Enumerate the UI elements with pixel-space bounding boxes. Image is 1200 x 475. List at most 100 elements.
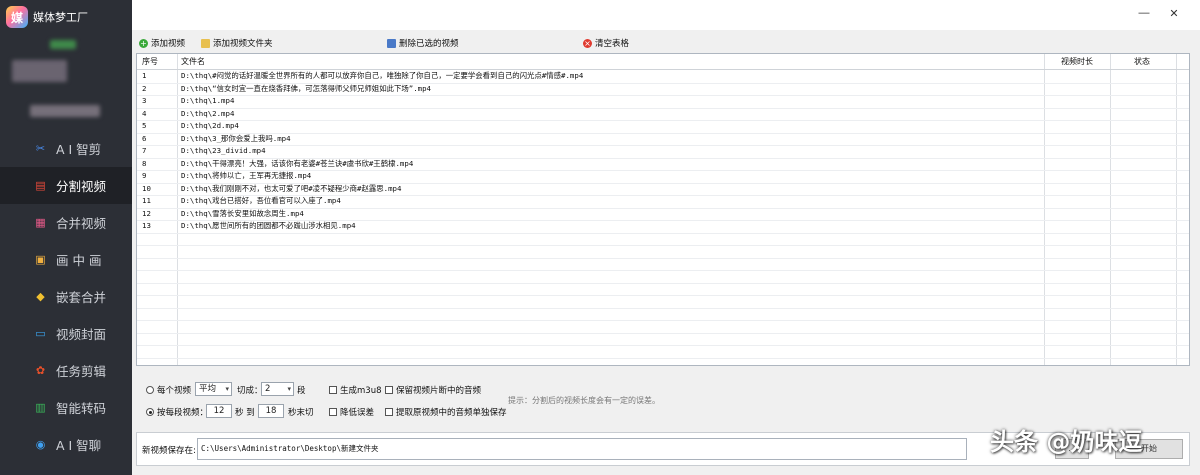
- chevron-down-icon: ▾: [225, 385, 229, 393]
- clear-icon: ×: [583, 38, 592, 48]
- row-divider: [137, 282, 1189, 284]
- table-row[interactable]: 1 D:\thq\#闷觉的话好温暖全世界所有的人都可以放弃你自己，唯独除了你自己，…: [137, 70, 1189, 83]
- keep-audio-label: 保留视频片断中的音频: [396, 386, 482, 396]
- row-divider: [137, 170, 1189, 171]
- sidebar-item-label: 视频封面: [56, 327, 107, 342]
- row-filename: D:\thq\1.mp4: [181, 96, 235, 105]
- to-seconds-input[interactable]: 18: [258, 404, 284, 418]
- table-row[interactable]: 9 D:\thq\将帅以亡，王军再无捷报.mp4: [137, 170, 1189, 183]
- extract-audio-label: 提取原视频中的音频单独保存: [396, 408, 507, 418]
- gen-m3u8-checkbox[interactable]: 生成m3u8: [329, 384, 381, 396]
- row-index: 8: [142, 158, 147, 168]
- table-row[interactable]: 6 D:\thq\3_那你会爱上我吗.mp4: [137, 133, 1189, 146]
- row-index: 5: [142, 121, 147, 130]
- sidebar-item-task-edit[interactable]: ✿ 任务剪辑: [0, 352, 132, 389]
- table-row[interactable]: 11 D:\thq\戏台已搭好，吾位看官可以入座了.mp4: [137, 195, 1189, 208]
- sidebar-item-ai-cut[interactable]: ✂ A I 智剪: [0, 130, 132, 167]
- row-divider: [137, 232, 1189, 234]
- checkbox-indicator: [385, 386, 393, 394]
- segments-unit-text: 段: [297, 386, 306, 396]
- ai-cut-icon: ✂: [35, 142, 46, 155]
- segments-unit: 段: [297, 384, 306, 396]
- clear-table-button[interactable]: × 清空表格: [583, 37, 629, 49]
- from-seconds-input[interactable]: 12: [206, 404, 232, 418]
- sidebar-item-split-video[interactable]: ▤ 分割视频: [0, 167, 132, 204]
- add-folder-button[interactable]: 添加视频文件夹: [201, 37, 273, 49]
- ai-chat-icon: ◉: [35, 438, 46, 451]
- table-row[interactable]: 7 D:\thq\23_divid.mp4: [137, 145, 1189, 158]
- sidebar-item-label: 嵌套合并: [56, 290, 107, 305]
- sidebar-item-picture-in-picture[interactable]: ▣ 画 中 画: [0, 241, 132, 278]
- table-row[interactable]: 2 D:\thq\“信女时宜一直在烧香拜佛，可怎落得师父师兄师姐如此下场”.mp4: [137, 83, 1189, 96]
- row-filename: D:\thq\2.mp4: [181, 108, 235, 118]
- per-seconds-radio[interactable]: 按每段视频：: [146, 406, 208, 418]
- blurred-user-name: [30, 105, 100, 117]
- sidebar: 媒 媒体梦工厂 ✂ A I 智剪 ▤ 分割视频 ▦ 合并视频 ▣ 画 中 画 ◆…: [0, 0, 132, 475]
- row-divider: [137, 245, 1189, 246]
- delete-selected-label: 删除已选的视频: [399, 39, 459, 49]
- segments-select[interactable]: 2 ▾: [261, 382, 294, 396]
- row-filename: D:\thq\我们刚刚不对，也太可爱了吧#凌不疑程少商#赵露思.mp4: [181, 183, 402, 193]
- column-header-filename[interactable]: 文件名: [181, 54, 205, 69]
- checkbox-indicator: [329, 386, 337, 394]
- table-row[interactable]: 5 D:\thq\2d.mp4: [137, 120, 1189, 133]
- table-row[interactable]: 13 D:\thq\愿世间所有的团圆都不必跋山涉水相见.mp4: [137, 220, 1189, 233]
- table-row[interactable]: 8 D:\thq\干得漂亮！大强，话该你有老婆#苍兰诀#虞书欣#王鹤棣.mp4: [137, 158, 1189, 171]
- add-video-button[interactable]: + 添加视频: [139, 37, 185, 49]
- sidebar-item-label: 画 中 画: [56, 253, 102, 268]
- column-header-duration[interactable]: 视频时长: [1061, 54, 1093, 69]
- row-filename: D:\thq\23_divid.mp4: [181, 146, 266, 155]
- row-divider: [137, 220, 1189, 221]
- row-filename: D:\thq\#闷觉的话好温暖全世界所有的人都可以放弃你自己，唯独除了你自己，一…: [181, 71, 584, 80]
- table-row[interactable]: 3 D:\thq\1.mp4: [137, 95, 1189, 108]
- watermark: 头条 @奶味逗: [990, 428, 1143, 456]
- add-video-label: 添加视频: [151, 39, 186, 49]
- table-row[interactable]: 12 D:\thq\雪落长安里如故念周生.mp4: [137, 208, 1189, 221]
- title-bar: — ✕: [132, 0, 1200, 30]
- column-header-status[interactable]: 状态: [1134, 54, 1150, 69]
- row-index: 10: [142, 183, 151, 193]
- row-filename: D:\thq\“信女时宜一直在烧香拜佛，可怎落得师父师兄师姐如此下场”.mp4: [181, 83, 432, 93]
- seconds-end-text: 秒末切: [288, 408, 314, 418]
- cut-into-label: 切成：: [237, 384, 263, 396]
- table-row[interactable]: 4 D:\thq\2.mp4: [137, 108, 1189, 121]
- blurred-user-avatar: [12, 60, 67, 82]
- row-index: 1: [142, 71, 147, 80]
- brand: 媒 媒体梦工厂: [6, 6, 88, 28]
- row-divider: [137, 95, 1189, 96]
- table-row[interactable]: 10 D:\thq\我们刚刚不对，也太可爱了吧#凌不疑程少商#赵露思.mp4: [137, 183, 1189, 196]
- minimize-button[interactable]: —: [1132, 4, 1156, 22]
- sidebar-item-nested-merge[interactable]: ◆ 嵌套合并: [0, 278, 132, 315]
- video-table[interactable]: 序号 文件名 视频时长 状态 1 D:\thq\#闷觉的话好温暖全世界所有的人都可…: [136, 53, 1190, 366]
- sidebar-item-merge-video[interactable]: ▦ 合并视频: [0, 204, 132, 241]
- column-header-index[interactable]: 序号: [142, 54, 158, 69]
- gen-m3u8-label: 生成m3u8: [340, 386, 382, 396]
- sidebar-item-ai-chat[interactable]: ◉ A I 智聊: [0, 426, 132, 463]
- close-button[interactable]: ✕: [1162, 4, 1186, 22]
- row-divider: [137, 195, 1189, 196]
- video-cover-icon: ▭: [35, 327, 46, 340]
- segments-value: 2: [265, 384, 271, 394]
- extract-audio-checkbox[interactable]: 提取原视频中的音频单独保存: [385, 406, 507, 418]
- row-filename: D:\thq\愿世间所有的团圆都不必跋山涉水相见.mp4: [181, 221, 356, 230]
- row-divider: [137, 307, 1189, 309]
- save-path-input[interactable]: C:\Users\Administrator\Desktop\新建文件夹: [197, 438, 967, 460]
- row-index: 12: [142, 208, 151, 218]
- reduce-error-checkbox[interactable]: 降低误差: [329, 406, 374, 418]
- checkbox-indicator: [329, 408, 337, 416]
- picture-in-picture-icon: ▣: [35, 253, 46, 266]
- app-title: 媒体梦工厂: [33, 11, 88, 24]
- sidebar-item-smart-transcode[interactable]: ▥ 智能转码: [0, 389, 132, 426]
- sidebar-item-video-cover[interactable]: ▭ 视频封面: [0, 315, 132, 352]
- seconds-to-text: 秒 到: [235, 408, 255, 418]
- row-divider: [137, 332, 1189, 334]
- per-video-radio[interactable]: 每个视频: [146, 384, 191, 396]
- delete-selected-button[interactable]: 删除已选的视频: [387, 37, 459, 49]
- sidebar-item-label: A I 智剪: [56, 142, 102, 157]
- split-mode-select[interactable]: 平均 ▾: [195, 382, 232, 396]
- keep-audio-checkbox[interactable]: 保留视频片断中的音频: [385, 384, 481, 396]
- row-divider: [137, 345, 1189, 346]
- add-folder-label: 添加视频文件夹: [213, 39, 273, 49]
- delete-list-icon: [387, 38, 396, 48]
- row-divider: [137, 120, 1189, 121]
